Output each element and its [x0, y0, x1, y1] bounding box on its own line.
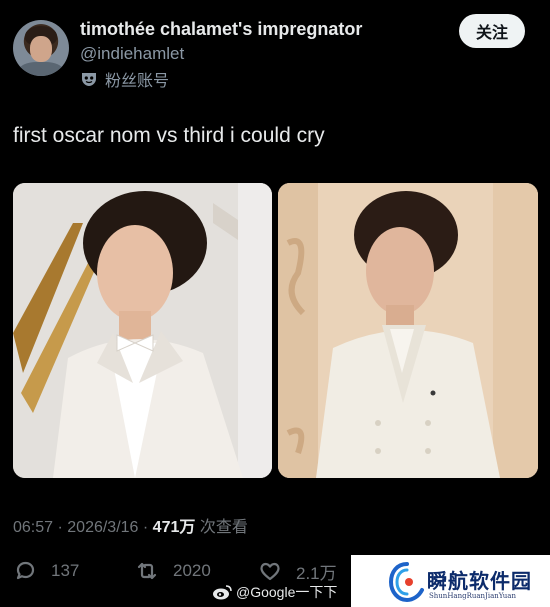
- tweet-time: 06:57: [13, 519, 54, 536]
- fan-account-label: 粉丝账号: [105, 73, 170, 90]
- heart-icon: [260, 562, 280, 581]
- site-logo-icon: [389, 562, 424, 602]
- retweet-button[interactable]: 2020: [135, 556, 211, 586]
- retweet-count: 2020: [173, 561, 211, 580]
- meta-separator-2: ·: [138, 519, 153, 536]
- photo-right-image: [278, 183, 538, 478]
- avatar-face: [30, 36, 52, 62]
- tweet-photo-right[interactable]: [278, 183, 538, 478]
- site-title: 瞬航软件园: [427, 571, 532, 593]
- follow-button[interactable]: 关注: [459, 14, 525, 48]
- tweet-header: timothée chalamet's impregnator @indieha…: [0, 0, 550, 110]
- views-count[interactable]: 471万: [153, 519, 196, 536]
- author-display-name[interactable]: timothée chalamet's impregnator: [80, 19, 362, 40]
- fan-account-badge: 粉丝账号: [80, 68, 169, 90]
- tweet-text: first oscar nom vs third i could cry: [13, 124, 325, 147]
- meta-separator: ·: [53, 519, 68, 536]
- author-avatar[interactable]: [13, 20, 69, 76]
- views-label: 次查看: [195, 519, 248, 536]
- site-subtitle: ShunHangRuanJianYuan: [429, 592, 516, 600]
- retweet-icon: [137, 562, 157, 580]
- reply-button[interactable]: 137: [13, 556, 79, 586]
- avatar-shirt: [19, 62, 63, 76]
- author-handle[interactable]: @indiehamlet: [80, 44, 184, 64]
- mask-icon: [82, 73, 96, 86]
- google-watermark-text: @Google一下下: [236, 584, 338, 600]
- tweet-date: 2026/3/16: [67, 519, 139, 536]
- google-watermark: @Google一下下: [212, 582, 337, 602]
- tweet-meta: 06:57 · 2026/3/16 · 471万 次查看: [13, 513, 248, 537]
- reply-count: 137: [51, 561, 80, 580]
- reply-icon: [16, 561, 35, 580]
- photo-left-image: [13, 183, 272, 478]
- like-count: 2.1万: [296, 563, 337, 583]
- tweet-photo-left[interactable]: [13, 183, 272, 478]
- weibo-icon: [213, 585, 232, 600]
- site-watermark: 瞬航软件园 ShunHangRuanJianYuan: [351, 555, 550, 607]
